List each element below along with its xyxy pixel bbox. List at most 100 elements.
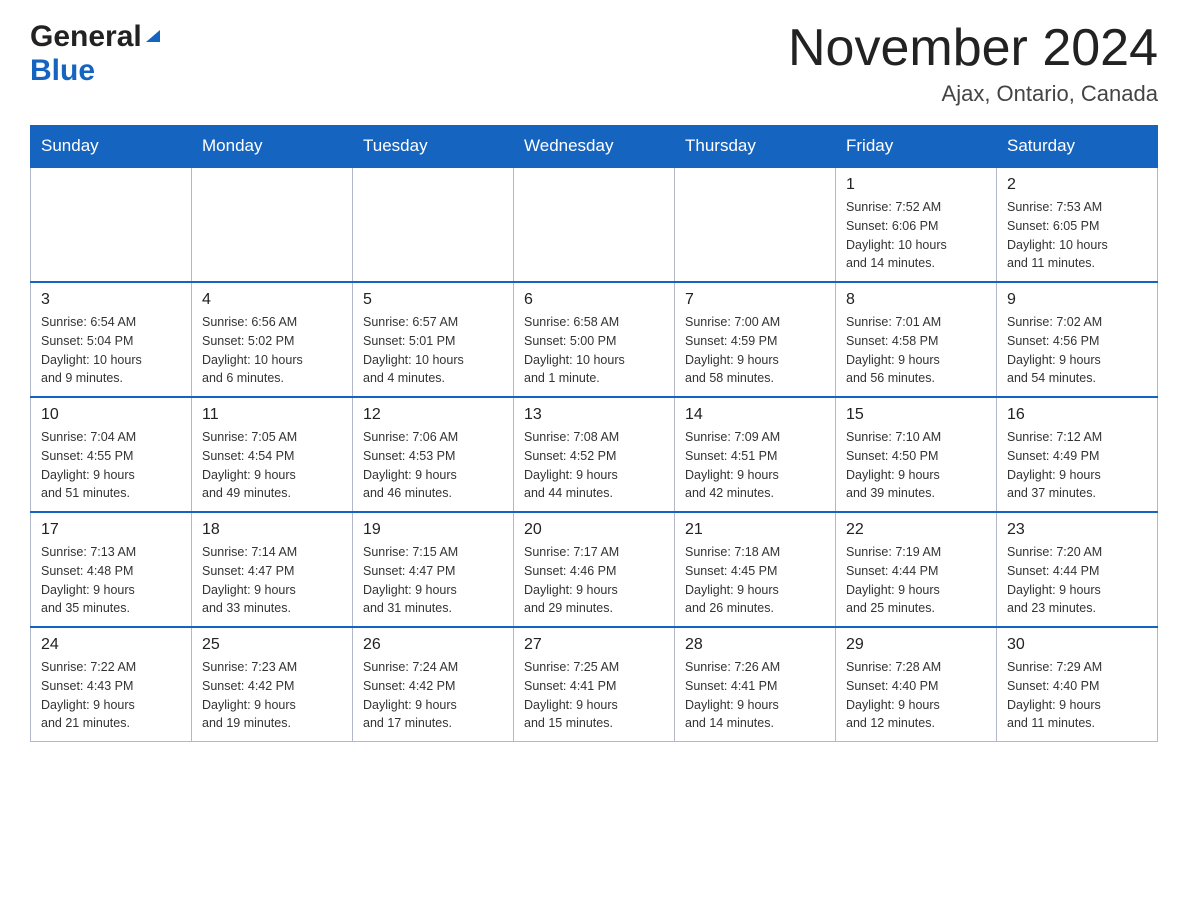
calendar-cell: 5 Sunrise: 6:57 AMSunset: 5:01 PMDaylight… [353,282,514,397]
calendar-cell: 13 Sunrise: 7:08 AMSunset: 4:52 PMDayligh… [514,397,675,512]
day-info: Sunrise: 7:25 AMSunset: 4:41 PMDaylight:… [524,658,664,733]
day-info: Sunrise: 7:24 AMSunset: 4:42 PMDaylight:… [363,658,503,733]
calendar-cell: 23Sunrise: 7:20 AMSunset: 4:44 PMDayligh… [997,512,1158,627]
day-number: 30 [1007,636,1147,654]
day-info: Sunrise: 7:26 AMSunset: 4:41 PMDaylight:… [685,658,825,733]
day-number: 26 [363,636,503,654]
calendar-cell: 18 Sunrise: 7:14 AMSunset: 4:47 PMDayligh… [192,512,353,627]
logo-general: General [30,20,142,54]
day-number: 24 [41,636,181,654]
day-info: Sunrise: 7:53 AMSunset: 6:05 PMDaylight:… [1007,198,1147,273]
day-info: Sunrise: 7:00 AMSunset: 4:59 PMDaylight:… [685,313,825,388]
calendar-cell: 14 Sunrise: 7:09 AMSunset: 4:51 PMDayligh… [675,397,836,512]
day-number: 3 [41,291,181,309]
weekday-header-tuesday: Tuesday [353,126,514,168]
day-number: 4 [202,291,342,309]
day-info: Sunrise: 7:28 AMSunset: 4:40 PMDaylight:… [846,658,986,733]
logo-blue: Blue [30,54,95,88]
day-number: 10 [41,406,181,424]
day-number: 29 [846,636,986,654]
day-number: 6 [524,291,664,309]
calendar-cell [192,167,353,282]
day-info: Sunrise: 7:08 AMSunset: 4:52 PMDaylight:… [524,428,664,503]
day-number: 27 [524,636,664,654]
day-number: 2 [1007,176,1147,194]
day-number: 7 [685,291,825,309]
page-header: General Blue November 2024 Ajax, Ontario… [30,20,1158,107]
day-number: 19 [363,521,503,539]
calendar-cell: 11 Sunrise: 7:05 AMSunset: 4:54 PMDayligh… [192,397,353,512]
weekday-header-monday: Monday [192,126,353,168]
calendar-cell: 1Sunrise: 7:52 AMSunset: 6:06 PMDaylight… [836,167,997,282]
calendar-cell: 4 Sunrise: 6:56 AMSunset: 5:02 PMDaylight… [192,282,353,397]
calendar-cell: 27 Sunrise: 7:25 AMSunset: 4:41 PMDayligh… [514,627,675,742]
calendar-week-row: 24Sunrise: 7:22 AMSunset: 4:43 PMDayligh… [31,627,1158,742]
logo-triangle-icon [144,26,162,49]
calendar-cell [514,167,675,282]
day-info: Sunrise: 7:02 AMSunset: 4:56 PMDaylight:… [1007,313,1147,388]
day-number: 17 [41,521,181,539]
calendar-cell: 16Sunrise: 7:12 AMSunset: 4:49 PMDayligh… [997,397,1158,512]
day-info: Sunrise: 7:12 AMSunset: 4:49 PMDaylight:… [1007,428,1147,503]
day-info: Sunrise: 6:58 AMSunset: 5:00 PMDaylight:… [524,313,664,388]
day-number: 22 [846,521,986,539]
header-right: November 2024 Ajax, Ontario, Canada [788,20,1158,107]
day-number: 20 [524,521,664,539]
day-info: Sunrise: 7:23 AMSunset: 4:42 PMDaylight:… [202,658,342,733]
day-number: 21 [685,521,825,539]
day-number: 8 [846,291,986,309]
calendar-cell: 30 Sunrise: 7:29 AMSunset: 4:40 PMDayligh… [997,627,1158,742]
calendar-cell [675,167,836,282]
day-info: Sunrise: 7:14 AMSunset: 4:47 PMDaylight:… [202,543,342,618]
weekday-header-friday: Friday [836,126,997,168]
calendar-cell: 7 Sunrise: 7:00 AMSunset: 4:59 PMDaylight… [675,282,836,397]
calendar-cell [31,167,192,282]
day-info: Sunrise: 6:57 AMSunset: 5:01 PMDaylight:… [363,313,503,388]
day-info: Sunrise: 7:10 AMSunset: 4:50 PMDaylight:… [846,428,986,503]
calendar-cell [353,167,514,282]
day-number: 13 [524,406,664,424]
calendar-week-row: 10 Sunrise: 7:04 AMSunset: 4:55 PMDayligh… [31,397,1158,512]
day-info: Sunrise: 6:54 AMSunset: 5:04 PMDaylight:… [41,313,181,388]
day-info: Sunrise: 7:05 AMSunset: 4:54 PMDaylight:… [202,428,342,503]
day-number: 28 [685,636,825,654]
calendar-table: SundayMondayTuesdayWednesdayThursdayFrid… [30,125,1158,742]
calendar-week-row: 17Sunrise: 7:13 AMSunset: 4:48 PMDayligh… [31,512,1158,627]
day-number: 18 [202,521,342,539]
calendar-cell: 15 Sunrise: 7:10 AMSunset: 4:50 PMDayligh… [836,397,997,512]
weekday-header-wednesday: Wednesday [514,126,675,168]
weekday-header-saturday: Saturday [997,126,1158,168]
weekday-header-sunday: Sunday [31,126,192,168]
calendar-cell: 20 Sunrise: 7:17 AMSunset: 4:46 PMDayligh… [514,512,675,627]
day-info: Sunrise: 7:09 AMSunset: 4:51 PMDaylight:… [685,428,825,503]
day-info: Sunrise: 7:06 AMSunset: 4:53 PMDaylight:… [363,428,503,503]
day-number: 11 [202,406,342,424]
location: Ajax, Ontario, Canada [788,81,1158,107]
day-info: Sunrise: 7:52 AMSunset: 6:06 PMDaylight:… [846,198,986,273]
calendar-cell: 29 Sunrise: 7:28 AMSunset: 4:40 PMDayligh… [836,627,997,742]
calendar-cell: 28 Sunrise: 7:26 AMSunset: 4:41 PMDayligh… [675,627,836,742]
calendar-cell: 9 Sunrise: 7:02 AMSunset: 4:56 PMDaylight… [997,282,1158,397]
day-info: Sunrise: 7:04 AMSunset: 4:55 PMDaylight:… [41,428,181,503]
day-number: 23 [1007,521,1147,539]
calendar-cell: 26 Sunrise: 7:24 AMSunset: 4:42 PMDayligh… [353,627,514,742]
calendar-cell: 10 Sunrise: 7:04 AMSunset: 4:55 PMDayligh… [31,397,192,512]
calendar-cell: 2 Sunrise: 7:53 AMSunset: 6:05 PMDaylight… [997,167,1158,282]
day-number: 14 [685,406,825,424]
day-number: 15 [846,406,986,424]
day-info: Sunrise: 7:15 AMSunset: 4:47 PMDaylight:… [363,543,503,618]
day-info: Sunrise: 7:29 AMSunset: 4:40 PMDaylight:… [1007,658,1147,733]
calendar-cell: 24Sunrise: 7:22 AMSunset: 4:43 PMDayligh… [31,627,192,742]
day-number: 12 [363,406,503,424]
calendar-header-row: SundayMondayTuesdayWednesdayThursdayFrid… [31,126,1158,168]
day-info: Sunrise: 7:19 AMSunset: 4:44 PMDaylight:… [846,543,986,618]
day-number: 9 [1007,291,1147,309]
day-info: Sunrise: 6:56 AMSunset: 5:02 PMDaylight:… [202,313,342,388]
month-title: November 2024 [788,20,1158,77]
day-number: 5 [363,291,503,309]
calendar-cell: 12 Sunrise: 7:06 AMSunset: 4:53 PMDayligh… [353,397,514,512]
calendar-cell: 6 Sunrise: 6:58 AMSunset: 5:00 PMDaylight… [514,282,675,397]
day-number: 25 [202,636,342,654]
weekday-header-thursday: Thursday [675,126,836,168]
day-info: Sunrise: 7:17 AMSunset: 4:46 PMDaylight:… [524,543,664,618]
